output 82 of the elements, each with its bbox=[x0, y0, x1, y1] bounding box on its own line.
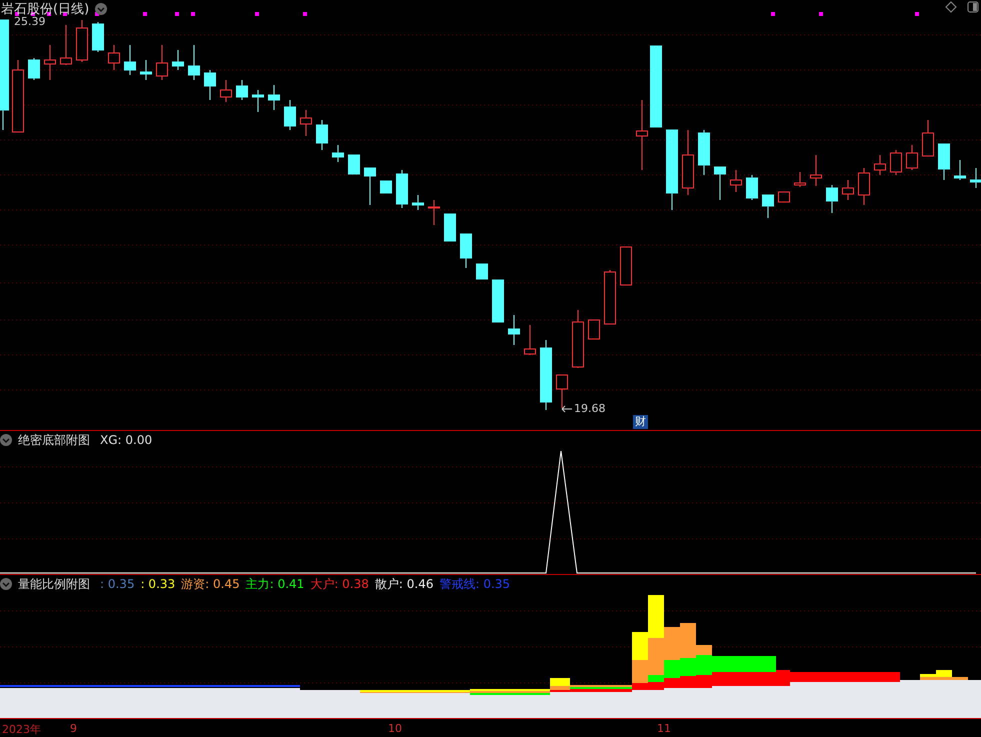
price-label: 19.68 bbox=[574, 402, 606, 415]
candlestick bbox=[890, 150, 902, 176]
candlestick bbox=[188, 44, 200, 80]
candlestick bbox=[492, 280, 504, 322]
indicator-readout: 散户: 0.46 bbox=[374, 576, 434, 592]
candlestick bbox=[28, 58, 40, 80]
candlestick bbox=[332, 144, 344, 162]
leader-line bbox=[562, 406, 572, 412]
candlestick bbox=[284, 100, 296, 130]
candlestick bbox=[76, 20, 88, 62]
candlestick bbox=[252, 90, 264, 112]
candlestick bbox=[858, 168, 870, 206]
candlestick bbox=[236, 80, 248, 100]
candlestick bbox=[922, 120, 934, 156]
candlestick bbox=[380, 180, 392, 194]
candlestick bbox=[444, 214, 456, 242]
axis-label: 11 bbox=[657, 722, 671, 735]
indicator-readout: XG: 0.00 bbox=[100, 433, 152, 447]
candlestick bbox=[954, 160, 966, 180]
candlestick bbox=[874, 154, 886, 176]
window-icon[interactable] bbox=[967, 1, 979, 13]
candlestick bbox=[348, 154, 360, 174]
panel-title: 量能比例附图 bbox=[18, 576, 90, 592]
diamond-icon[interactable] bbox=[945, 1, 957, 13]
price-label: 25.39 bbox=[14, 15, 46, 28]
axis-label: 9 bbox=[70, 722, 77, 735]
indicator-readout: : 0.35 bbox=[100, 577, 135, 591]
candlestick bbox=[124, 44, 136, 76]
axis-label: 10 bbox=[388, 722, 402, 735]
candlestick bbox=[220, 80, 232, 102]
candlestick bbox=[396, 170, 408, 208]
candlestick bbox=[460, 234, 472, 268]
candlestick bbox=[268, 84, 280, 110]
candlestick bbox=[156, 44, 168, 80]
candlestick bbox=[44, 44, 56, 80]
candlestick bbox=[108, 44, 120, 70]
candlestick bbox=[540, 340, 552, 410]
candlestick bbox=[842, 180, 854, 200]
candlestick bbox=[92, 22, 104, 52]
candlestick bbox=[412, 194, 424, 210]
candlestick bbox=[524, 324, 536, 356]
candlestick bbox=[714, 166, 726, 200]
candlestick bbox=[172, 50, 184, 70]
candlestick bbox=[810, 154, 822, 186]
candlestick bbox=[316, 120, 328, 150]
candlestick bbox=[938, 144, 950, 180]
candlestick bbox=[140, 60, 152, 80]
dropdown-icon[interactable] bbox=[0, 434, 12, 446]
candlestick bbox=[300, 110, 312, 136]
candlestick bbox=[698, 130, 710, 176]
candlestick bbox=[682, 130, 694, 196]
candlestick bbox=[762, 194, 774, 218]
indicator-readout: : 0.33 bbox=[140, 577, 176, 591]
candlestick bbox=[604, 270, 616, 324]
candlestick bbox=[970, 168, 981, 188]
candlestick bbox=[204, 70, 216, 100]
finance-badge: 财 bbox=[633, 415, 648, 429]
indicator-readout: 警戒线: 0.35 bbox=[439, 576, 510, 592]
candlestick bbox=[794, 172, 806, 188]
candlestick bbox=[508, 314, 520, 346]
window-title: 岩石股份(日线) bbox=[0, 1, 90, 17]
axis-label: 2023年 bbox=[2, 722, 41, 737]
indicator-readout: 游资: 0.45 bbox=[181, 576, 240, 592]
candlestick bbox=[778, 192, 790, 202]
candlestick bbox=[60, 24, 72, 66]
candlestick bbox=[746, 174, 758, 200]
candlestick bbox=[476, 264, 488, 280]
candlestick bbox=[428, 200, 440, 226]
panel-title: 绝密底部附图 bbox=[18, 432, 90, 448]
candlestick bbox=[364, 168, 376, 206]
candlestick bbox=[556, 374, 568, 408]
candlestick bbox=[730, 170, 742, 192]
indicator-readout: 大户: 0.38 bbox=[310, 576, 369, 592]
candlestick bbox=[620, 246, 632, 286]
candlestick bbox=[906, 144, 918, 170]
dropdown-icon[interactable] bbox=[0, 578, 12, 590]
dropdown-icon[interactable] bbox=[95, 3, 108, 15]
candlestick bbox=[826, 184, 838, 214]
candlestick bbox=[588, 320, 600, 340]
indicator-readout: 主力: 0.41 bbox=[246, 576, 304, 592]
candlestick bbox=[636, 100, 648, 170]
candlestick bbox=[572, 310, 584, 368]
